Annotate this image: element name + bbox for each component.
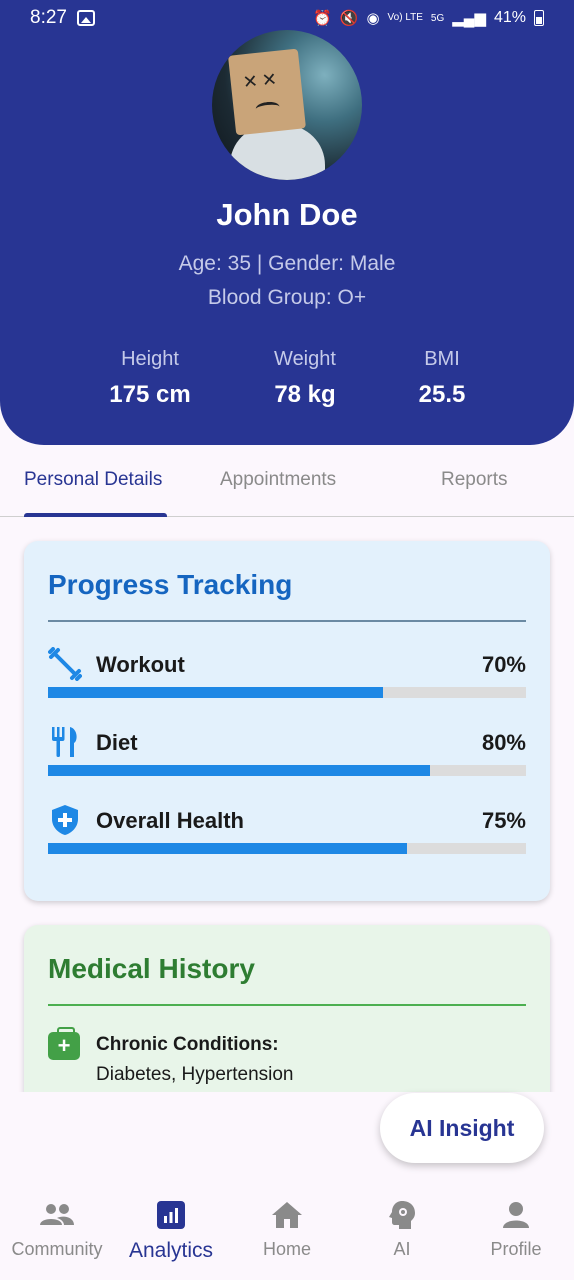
battery-icon bbox=[534, 10, 544, 26]
network-gen: 5G bbox=[430, 12, 445, 24]
profile-blood-group: Blood Group: O+ bbox=[207, 286, 367, 309]
status-bar: 8:27 ⏰ 🔇 ◉ Vo) LTE 5G ▂▄▆ 41% bbox=[0, 0, 574, 36]
dumbbell-icon bbox=[48, 647, 82, 681]
progress-fill bbox=[48, 687, 383, 698]
medical-divider bbox=[48, 1004, 526, 1006]
nav-item-profile[interactable]: Profile bbox=[459, 1195, 573, 1260]
tab-indicator bbox=[24, 513, 167, 517]
medical-bag-icon: + bbox=[48, 1027, 80, 1060]
nav-label: AI bbox=[393, 1239, 411, 1259]
medical-title: Medical History bbox=[48, 953, 255, 984]
status-time: 8:27 bbox=[30, 7, 67, 28]
progress-track bbox=[48, 687, 526, 698]
people-icon bbox=[40, 1204, 74, 1225]
nav-label: Profile bbox=[490, 1239, 542, 1259]
person-icon bbox=[503, 1202, 529, 1228]
stat-weight: Weight 78 kg bbox=[225, 348, 385, 409]
alarm-icon: ⏰ bbox=[313, 9, 332, 27]
analytics-icon bbox=[157, 1201, 185, 1229]
health-shield-icon bbox=[48, 803, 82, 837]
nav-item-analytics[interactable]: Analytics bbox=[114, 1195, 228, 1263]
progress-percent: 80% bbox=[481, 730, 526, 755]
restaurant-icon bbox=[48, 725, 82, 759]
progress-title: Progress Tracking bbox=[48, 569, 293, 600]
nav-item-ai[interactable]: AI bbox=[345, 1195, 459, 1260]
tab-reports[interactable]: Reports bbox=[441, 469, 508, 491]
progress-track bbox=[48, 765, 526, 776]
progress-percent: 70% bbox=[481, 652, 526, 677]
medical-item-label: Chronic Conditions: bbox=[96, 1034, 279, 1055]
nav-label: Home bbox=[262, 1239, 311, 1259]
stat-bmi: BMI 25.5 bbox=[362, 348, 522, 409]
progress-row-overall-health: Overall Health 75% bbox=[48, 803, 526, 863]
hotspot-icon: ◉ bbox=[366, 9, 380, 27]
bottom-navigation: Community Analytics Home AI Profile bbox=[0, 1195, 574, 1280]
progress-track bbox=[48, 843, 526, 854]
nav-item-home[interactable]: Home bbox=[230, 1195, 344, 1260]
ai-brain-icon bbox=[389, 1201, 415, 1229]
home-icon bbox=[272, 1202, 302, 1228]
progress-fill bbox=[48, 765, 431, 776]
stat-value: 175 cm bbox=[109, 381, 191, 408]
tab-bar: Personal Details Appointments Reports bbox=[0, 445, 574, 517]
nav-item-community[interactable]: Community bbox=[0, 1195, 114, 1260]
profile-header: ✕✕ John Doe Age: 35 | Gender: Male Blood… bbox=[0, 0, 574, 445]
stat-label: Height bbox=[121, 348, 179, 370]
avatar-eyes: ✕✕ bbox=[241, 68, 282, 94]
tab-personal-details[interactable]: Personal Details bbox=[24, 469, 167, 491]
stat-value: 25.5 bbox=[418, 381, 466, 408]
network-label: Vo) LTE bbox=[387, 12, 423, 23]
progress-tracking-card: Progress Tracking Workout 70% Diet 80% O… bbox=[24, 541, 550, 901]
stat-label: BMI bbox=[424, 348, 460, 370]
stat-value: 78 kg bbox=[274, 381, 336, 408]
signal-icon: ▂▄▆ bbox=[452, 9, 486, 27]
progress-row-diet: Diet 80% bbox=[48, 725, 526, 785]
gallery-icon bbox=[76, 10, 95, 26]
tab-appointments[interactable]: Appointments bbox=[220, 469, 336, 491]
ai-insight-button[interactable]: AI Insight bbox=[380, 1093, 544, 1163]
profile-age-gender: Age: 35 | Gender: Male bbox=[178, 252, 396, 275]
avatar-bag-head: ✕✕ bbox=[228, 48, 306, 136]
medical-item-value: Diabetes, Hypertension bbox=[96, 1064, 294, 1085]
battery-percent: 41% bbox=[493, 9, 526, 26]
nav-label: Analytics bbox=[128, 1239, 214, 1262]
profile-name: John Doe bbox=[216, 197, 358, 232]
avatar[interactable]: ✕✕ bbox=[212, 30, 362, 180]
progress-percent: 75% bbox=[481, 808, 526, 833]
mute-icon: 🔇 bbox=[339, 9, 359, 27]
progress-divider bbox=[48, 620, 526, 622]
progress-label: Diet bbox=[96, 730, 138, 755]
progress-label: Overall Health bbox=[96, 808, 244, 833]
progress-row-workout: Workout 70% bbox=[48, 647, 526, 707]
nav-label: Community bbox=[11, 1239, 103, 1259]
stat-height: Height 175 cm bbox=[70, 348, 230, 409]
progress-fill bbox=[48, 843, 407, 854]
avatar-mouth bbox=[255, 100, 281, 116]
stat-label: Weight bbox=[274, 348, 336, 370]
progress-label: Workout bbox=[96, 652, 185, 677]
